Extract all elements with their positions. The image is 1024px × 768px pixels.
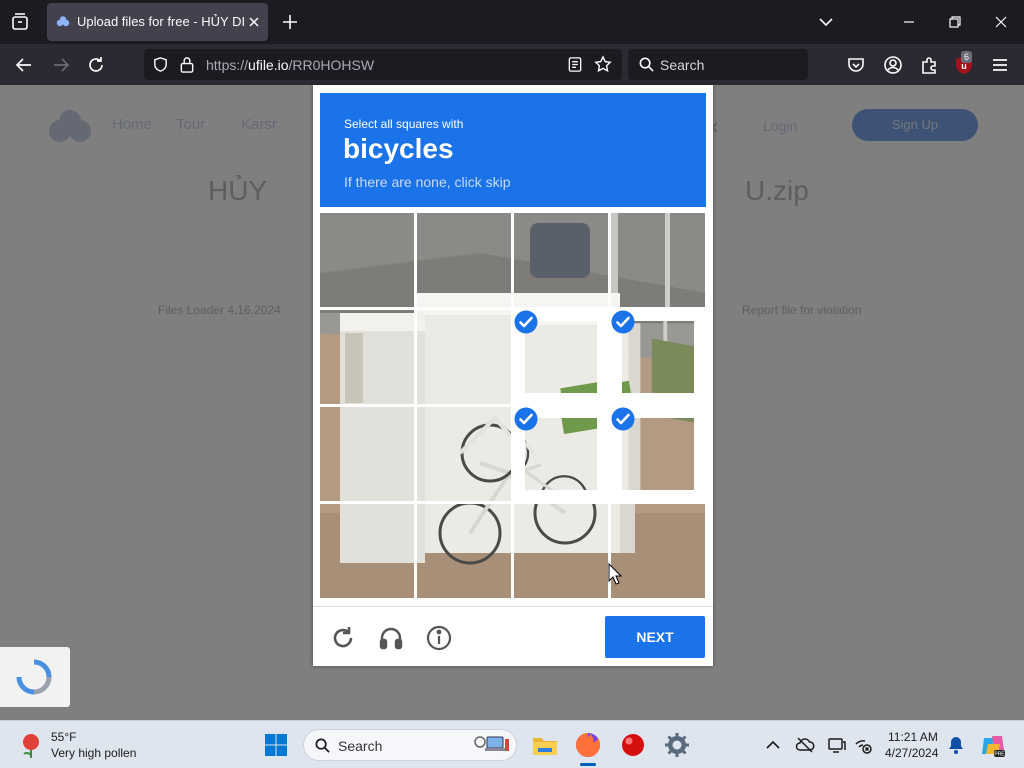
captcha-tile-9[interactable] xyxy=(320,407,414,501)
onedrive-offline-icon[interactable] xyxy=(795,735,815,755)
firefox-icon[interactable] xyxy=(574,731,602,759)
image-grid xyxy=(320,213,706,599)
captcha-tile-6[interactable] xyxy=(417,310,511,404)
challenge-header: Select all squares with bicycles If ther… xyxy=(320,93,706,207)
address-bar[interactable]: https://ufile.io/RR0HOHSW xyxy=(144,49,622,80)
account-icon[interactable] xyxy=(882,54,904,76)
captcha-tile-4[interactable] xyxy=(611,213,705,307)
recaptcha-badge[interactable] xyxy=(0,647,70,707)
file-explorer-icon[interactable] xyxy=(531,731,559,759)
captcha-tile-10[interactable] xyxy=(417,407,511,501)
captcha-tile-13[interactable] xyxy=(320,504,414,598)
mouse-cursor-icon xyxy=(608,563,622,585)
captcha-tile-5[interactable] xyxy=(320,310,414,404)
settings-gear-icon[interactable] xyxy=(663,731,691,759)
windows-start-icon[interactable] xyxy=(264,733,288,757)
next-button[interactable]: NEXT xyxy=(605,616,705,658)
selected-checkmark-icon xyxy=(611,407,635,431)
captcha-tile-14[interactable] xyxy=(417,504,511,598)
minimize-icon[interactable] xyxy=(899,12,919,32)
challenge-prompt: Select all squares with xyxy=(344,117,464,131)
pocket-icon[interactable] xyxy=(845,54,867,76)
reader-view-icon[interactable] xyxy=(567,56,583,73)
recaptcha-logo-icon xyxy=(16,659,52,695)
svg-text:PRE: PRE xyxy=(994,752,1005,758)
challenge-object: bicycles xyxy=(343,133,454,164)
display-icon[interactable] xyxy=(827,735,847,755)
tile-image xyxy=(417,504,511,598)
clock-date[interactable]: 4/27/2024 xyxy=(885,746,938,760)
weather-temperature[interactable]: 55°F xyxy=(51,730,76,744)
active-app-indicator xyxy=(580,763,596,766)
pollen-weather-icon[interactable] xyxy=(18,731,44,759)
url-text[interactable]: https://ufile.io/RR0HOHSW xyxy=(206,57,374,73)
search-placeholder: Search xyxy=(660,57,705,73)
captcha-tile-16[interactable] xyxy=(611,504,705,598)
chevron-up-icon[interactable] xyxy=(763,735,783,755)
selected-checkmark-icon xyxy=(514,407,538,431)
notification-bell-icon[interactable] xyxy=(946,735,966,755)
selected-checkmark-icon xyxy=(514,310,538,334)
tile-image xyxy=(417,213,511,307)
reload-icon[interactable] xyxy=(85,54,107,76)
red-ball-app-icon[interactable] xyxy=(619,731,647,759)
new-tab-icon[interactable] xyxy=(280,12,300,32)
captcha-tile-7[interactable] xyxy=(514,310,608,404)
clock-time[interactable]: 11:21 AM xyxy=(888,730,938,744)
footer-divider xyxy=(313,606,713,607)
selected-checkmark-icon xyxy=(611,310,635,334)
chevron-down-icon[interactable] xyxy=(816,12,836,32)
reload-challenge-icon[interactable] xyxy=(329,624,357,652)
captcha-tile-11[interactable] xyxy=(514,407,608,501)
info-icon[interactable] xyxy=(425,624,453,652)
tab-upload-files[interactable]: Upload files for free - HỦY DIỆT xyxy=(47,3,268,41)
taskbar-search[interactable]: Search xyxy=(303,729,517,761)
tab-title: Upload files for free - HỦY DIỆT xyxy=(77,14,245,29)
tile-image xyxy=(514,504,608,598)
captcha-tile-12[interactable] xyxy=(611,407,705,501)
tile-image xyxy=(320,504,414,598)
taskbar-search-label: Search xyxy=(338,738,383,754)
recaptcha-challenge: Select all squares with bicycles If ther… xyxy=(313,85,713,666)
copilot-icon[interactable]: PRE xyxy=(980,732,1006,758)
menu-hamburger-icon[interactable] xyxy=(989,54,1011,76)
audio-challenge-icon[interactable] xyxy=(377,624,405,652)
tile-image xyxy=(320,310,414,404)
close-window-icon[interactable] xyxy=(991,12,1011,32)
search-bar[interactable]: Search xyxy=(628,49,808,80)
tile-image xyxy=(320,407,414,501)
shield-icon[interactable] xyxy=(152,56,169,73)
taskbar: 55°F Very high pollen Search 11:21 AM 4/… xyxy=(0,720,1024,768)
restore-icon[interactable] xyxy=(945,12,965,32)
lock-icon[interactable] xyxy=(179,56,195,73)
list-all-tabs-icon[interactable] xyxy=(8,10,32,34)
tile-image xyxy=(417,310,511,404)
captcha-tile-8[interactable] xyxy=(611,310,705,404)
forward-arrow-icon[interactable] xyxy=(50,54,72,76)
close-tab-icon[interactable] xyxy=(246,14,262,30)
search-icon xyxy=(315,738,330,753)
search-icon xyxy=(639,57,654,72)
captcha-tile-15[interactable] xyxy=(514,504,608,598)
ufile-favicon-icon xyxy=(56,16,70,27)
tab-bar: Upload files for free - HỦY DIỆT xyxy=(0,0,1024,44)
challenge-hint: If there are none, click skip xyxy=(344,174,511,190)
tile-image xyxy=(611,213,705,307)
tile-image xyxy=(320,213,414,307)
tile-image xyxy=(611,504,705,598)
captcha-tile-1[interactable] xyxy=(320,213,414,307)
navigation-toolbar: https://ufile.io/RR0HOHSW Search u 6 xyxy=(0,44,1024,85)
captcha-tile-3[interactable] xyxy=(514,213,608,307)
weather-description[interactable]: Very high pollen xyxy=(51,746,136,760)
extension-badge: 6 xyxy=(961,51,973,63)
extensions-icon[interactable] xyxy=(918,54,940,76)
search-highlight-icon xyxy=(474,736,509,751)
tile-image xyxy=(514,213,608,307)
tile-image xyxy=(417,407,511,501)
bookmark-star-icon[interactable] xyxy=(594,55,612,73)
back-arrow-icon[interactable] xyxy=(13,54,35,76)
network-disconnected-icon[interactable] xyxy=(853,735,873,755)
captcha-tile-2[interactable] xyxy=(417,213,511,307)
